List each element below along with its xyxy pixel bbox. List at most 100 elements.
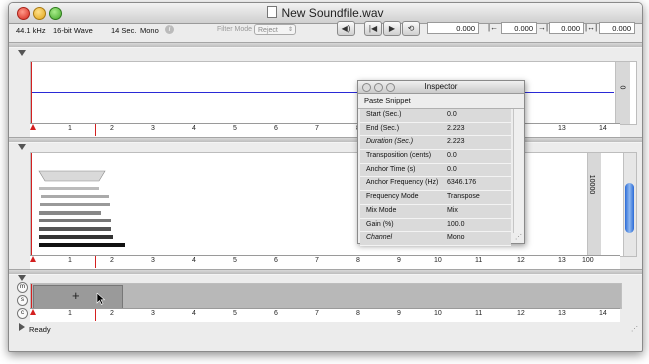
inspector-zoom-button[interactable] <box>386 83 395 92</box>
ruler-end-marker[interactable] <box>95 124 96 136</box>
collapse-track-icon[interactable] <box>18 275 26 281</box>
tick-label: 2 <box>110 257 114 264</box>
inspector-panel[interactable]: Inspector Paste Snippet Start (Sec.) 0.0 E… <box>357 80 525 246</box>
inspector-row-value[interactable]: 6346.176 <box>447 177 476 189</box>
tick-label: 10 <box>434 310 442 317</box>
inspector-row[interactable]: Start (Sec.) 0.0 <box>360 109 511 123</box>
inspector-row[interactable]: Transposition (cents) 0.0 <box>360 150 511 164</box>
inspector-resize-grip-icon[interactable]: ⋰ <box>515 233 522 241</box>
inspector-row-value[interactable]: Mono <box>447 232 465 244</box>
ruler-end-marker[interactable] <box>95 309 96 321</box>
inspector-row-key: End (Sec.) <box>366 124 400 132</box>
inspector-row[interactable]: Frequency Mode Transpose <box>360 191 511 205</box>
inspector-row[interactable]: Duration (Sec.) 2.223 <box>360 136 511 151</box>
inspector-row[interactable]: Channel Mono <box>360 232 511 246</box>
inspector-scrollbar[interactable] <box>513 109 523 233</box>
collapse-waveform-icon[interactable] <box>18 50 26 56</box>
inspector-title: Inspector <box>424 82 458 91</box>
tick-label: 4 <box>192 310 196 317</box>
inspector-row[interactable]: Anchor Time (s) 0.0 <box>360 163 511 178</box>
mute-icon[interactable]: m <box>17 282 28 293</box>
spectrum-scrollbar[interactable] <box>623 153 636 256</box>
tick-label: 9 <box>397 310 401 317</box>
ruler-end-marker[interactable] <box>95 256 96 268</box>
inspector-close-button[interactable] <box>362 83 371 92</box>
inspector-row-value[interactable]: 0.0 <box>447 109 457 121</box>
spectrum-scale[interactable]: 10000 <box>587 153 601 256</box>
tick-label: 10 <box>434 257 442 264</box>
tick-label: 8 <box>356 257 360 264</box>
tick-label: 8 <box>356 310 360 317</box>
divider-bottom[interactable] <box>9 269 642 275</box>
inspector-row-value[interactable]: Mix <box>447 205 458 217</box>
filter-mode-select[interactable]: Reject ⇕ <box>254 24 296 35</box>
tick-label: 3 <box>151 310 155 317</box>
play-button[interactable]: ▶ <box>383 21 401 36</box>
inspector-title-bar[interactable]: Inspector <box>358 81 524 94</box>
bit-depth: 16-bit Wave <box>53 26 93 35</box>
sample-rate: 44.1 kHz <box>16 26 46 35</box>
ruler-start-marker-icon[interactable] <box>30 124 36 130</box>
scroll-thumb[interactable] <box>625 183 634 233</box>
inspector-row-value[interactable]: Transpose <box>447 191 480 203</box>
inspector-row-value[interactable]: 2.223 <box>447 123 465 135</box>
inspector-row-key: Anchor Time (s) <box>366 165 416 173</box>
playhead[interactable] <box>31 153 32 256</box>
track-scrollbar[interactable] <box>621 283 634 307</box>
length-field[interactable]: 0.000 <box>599 22 635 34</box>
inspector-row[interactable]: End (Sec.) 2.223 <box>360 122 511 137</box>
time-ruler-3[interactable]: 1 2 3 4 5 6 7 8 9 10 11 12 13 14 <box>30 308 620 322</box>
divider-top[interactable] <box>9 42 642 48</box>
paste-snippet-button[interactable]: Paste Snippet <box>364 96 411 105</box>
inspector-row[interactable]: Mix Mode Mix <box>360 204 511 219</box>
resize-grip-icon[interactable]: ⋰ <box>631 325 638 333</box>
speaker-button[interactable]: ◀) <box>337 21 355 36</box>
time-field[interactable]: 0.000 <box>427 22 479 34</box>
speaker-icon: ◀) <box>341 24 351 33</box>
tick-label: 5 <box>233 257 237 264</box>
inspector-row-value[interactable]: 0.0 <box>447 150 457 162</box>
snippet-clip[interactable]: + <box>33 285 123 309</box>
ruler-start-marker-icon[interactable] <box>30 256 36 262</box>
track-lane[interactable]: + <box>30 283 622 309</box>
playhead[interactable] <box>31 62 32 124</box>
waveform-panel[interactable]: 0 <box>30 61 637 125</box>
inspector-row-value[interactable]: 100.0 <box>447 219 465 231</box>
time-ruler-2[interactable]: 1 2 3 4 5 6 7 8 9 10 11 12 13 100 <box>30 255 620 269</box>
tick-label: 7 <box>315 257 319 264</box>
add-icon: + <box>72 288 80 303</box>
loop-button[interactable]: ⟲ <box>402 21 420 36</box>
toolbar: 44.1 kHz 16-bit Wave 14 Sec. Mono i Filt… <box>9 21 642 40</box>
time-ruler-1[interactable]: 1 2 3 4 5 6 7 8 9 10 11 12 13 14 <box>30 123 620 137</box>
tick-label: 14 <box>599 310 607 317</box>
tick-label: 3 <box>151 125 155 132</box>
inspector-row[interactable]: Gain (%) 100.0 <box>360 218 511 233</box>
title-bar[interactable]: New Soundfile.wav <box>9 3 642 24</box>
inspector-row-key: Gain (%) <box>366 220 394 228</box>
inspector-row[interactable]: Anchor Frequency (Hz) 6346.176 <box>360 177 511 192</box>
rewind-icon: |◀ <box>368 24 378 33</box>
record-icon[interactable]: c <box>17 308 28 319</box>
ruler-start-marker-icon[interactable] <box>30 309 36 315</box>
filter-mode-label: Filter Mode <box>217 26 253 33</box>
playhead[interactable] <box>31 284 32 308</box>
end-field[interactable]: 0.000 <box>549 22 584 34</box>
tick-label: 5 <box>233 310 237 317</box>
spectrum-panel[interactable]: 10000 <box>30 152 637 257</box>
inspector-row-key: Mix Mode <box>366 206 397 214</box>
rewind-button[interactable]: |◀ <box>364 21 382 36</box>
inspector-row-value[interactable]: 0.0 <box>447 164 457 176</box>
start-field[interactable]: 0.000 <box>501 22 537 34</box>
solo-icon[interactable]: s <box>17 295 28 306</box>
collapse-spectrum-icon[interactable] <box>18 144 26 150</box>
document-icon <box>267 6 278 18</box>
inspector-minimize-button[interactable] <box>374 83 383 92</box>
info-icon[interactable]: i <box>165 25 174 34</box>
inspector-row-value[interactable]: 2.223 <box>447 136 465 148</box>
expand-status-icon[interactable] <box>19 323 25 331</box>
tick-label: 1 <box>68 310 72 317</box>
snippet-spectrogram[interactable] <box>33 169 133 249</box>
inspector-row-key: Anchor Frequency (Hz) <box>366 179 439 187</box>
waveform-scale[interactable]: 0 <box>615 62 630 124</box>
divider-middle[interactable] <box>9 137 642 143</box>
